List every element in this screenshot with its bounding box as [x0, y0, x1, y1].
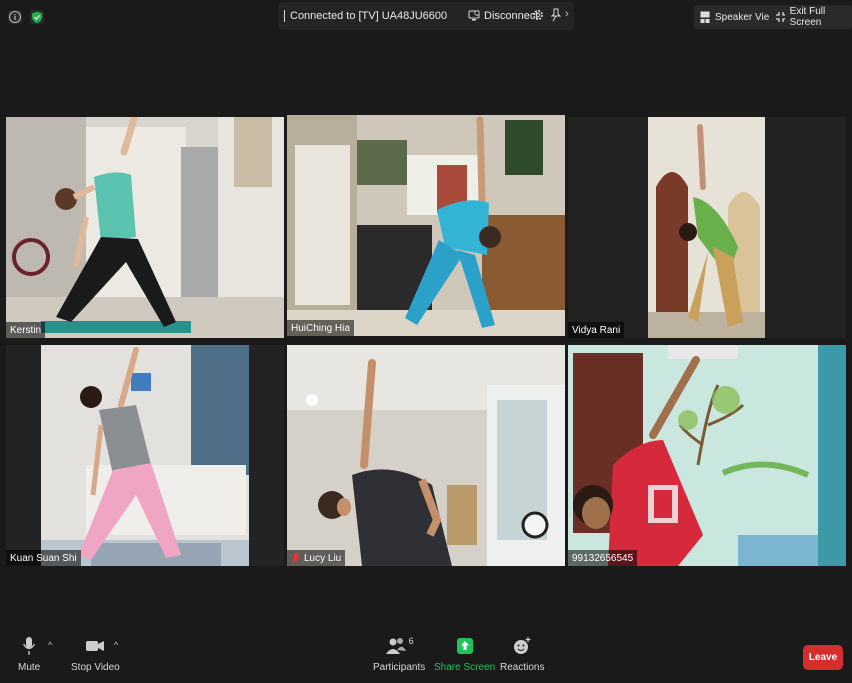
exit-full-screen-label: Exit Full Screen [789, 6, 826, 28]
meeting-toolbar: Mute ^ Stop Video ^ 6 Participants Share… [0, 630, 852, 683]
leave-button[interactable]: Leave [803, 645, 843, 670]
participants-icon [385, 638, 406, 654]
video-tile[interactable]: Kerstin [6, 117, 284, 338]
disconnect-button[interactable]: Disconnect [468, 10, 538, 22]
reactions-button[interactable]: Reactions [500, 636, 544, 673]
leave-label: Leave [808, 652, 838, 663]
video-tile[interactable]: Kuan Suan Shi [6, 345, 284, 566]
audio-options-caret-icon[interactable]: ^ [48, 640, 52, 650]
connection-status: Connected to [TV] UA48JU6600 [290, 10, 448, 22]
pin-icon[interactable] [550, 8, 562, 22]
divider [284, 10, 285, 22]
participant-name: Kerstin [10, 324, 42, 336]
top-bar: Connected to [TV] UA48JU6600 Disconnect … [0, 0, 852, 34]
shield-icon[interactable] [28, 7, 46, 27]
participant-name: Kuan Suan Shi [10, 552, 77, 564]
participant-name: 99132656545 [572, 552, 634, 564]
connection-bar: Connected to [TV] UA48JU6600 Disconnect … [278, 2, 574, 30]
microphone-icon [23, 637, 36, 655]
mute-button[interactable]: Mute [18, 636, 40, 673]
mute-label: Mute [18, 662, 41, 673]
participants-button[interactable]: 6 Participants [373, 636, 425, 673]
exit-full-screen-button[interactable]: Exit Full Screen [769, 5, 852, 29]
participant-video [405, 116, 501, 328]
share-screen-button[interactable]: Share Screen [434, 636, 495, 673]
settings-gear-icon[interactable] [531, 8, 545, 22]
video-camera-icon [86, 641, 105, 651]
video-tile[interactable]: Vidya Rani [568, 117, 846, 338]
speaker-view-label: Speaker View [715, 11, 777, 23]
participant-video [79, 347, 181, 560]
participant-video [55, 117, 176, 327]
reactions-smiley-icon [514, 637, 531, 654]
video-tile[interactable]: Lucy Liu [287, 345, 565, 566]
reactions-label: Reactions [500, 662, 545, 673]
share-screen-icon [456, 638, 473, 654]
speaker-view-icon [700, 11, 710, 23]
video-tile[interactable]: 99132656545 [568, 345, 846, 566]
stop-video-label: Stop Video [71, 662, 120, 673]
video-options-caret-icon[interactable]: ^ [114, 640, 118, 650]
participant-video [318, 359, 452, 566]
disconnect-icon [468, 10, 480, 21]
participant-name: Vidya Rani [572, 324, 621, 336]
participant-video [679, 124, 743, 327]
share-screen-label: Share Screen [434, 662, 496, 673]
participants-count: 6 [408, 636, 414, 646]
info-icon[interactable] [6, 7, 24, 27]
participant-name: HuiChing Hia [291, 322, 350, 334]
participant-name: Lucy Liu [304, 552, 342, 564]
microphone-muted-icon [291, 553, 301, 563]
video-tile-active-speaker[interactable]: HuiChing Hia [287, 115, 565, 336]
participant-video [573, 356, 703, 566]
participants-label: Participants [373, 662, 426, 673]
stop-video-button[interactable]: Stop Video [71, 636, 120, 673]
exit-full-screen-icon [776, 12, 785, 22]
chevron-right-icon[interactable]: › [565, 8, 569, 20]
